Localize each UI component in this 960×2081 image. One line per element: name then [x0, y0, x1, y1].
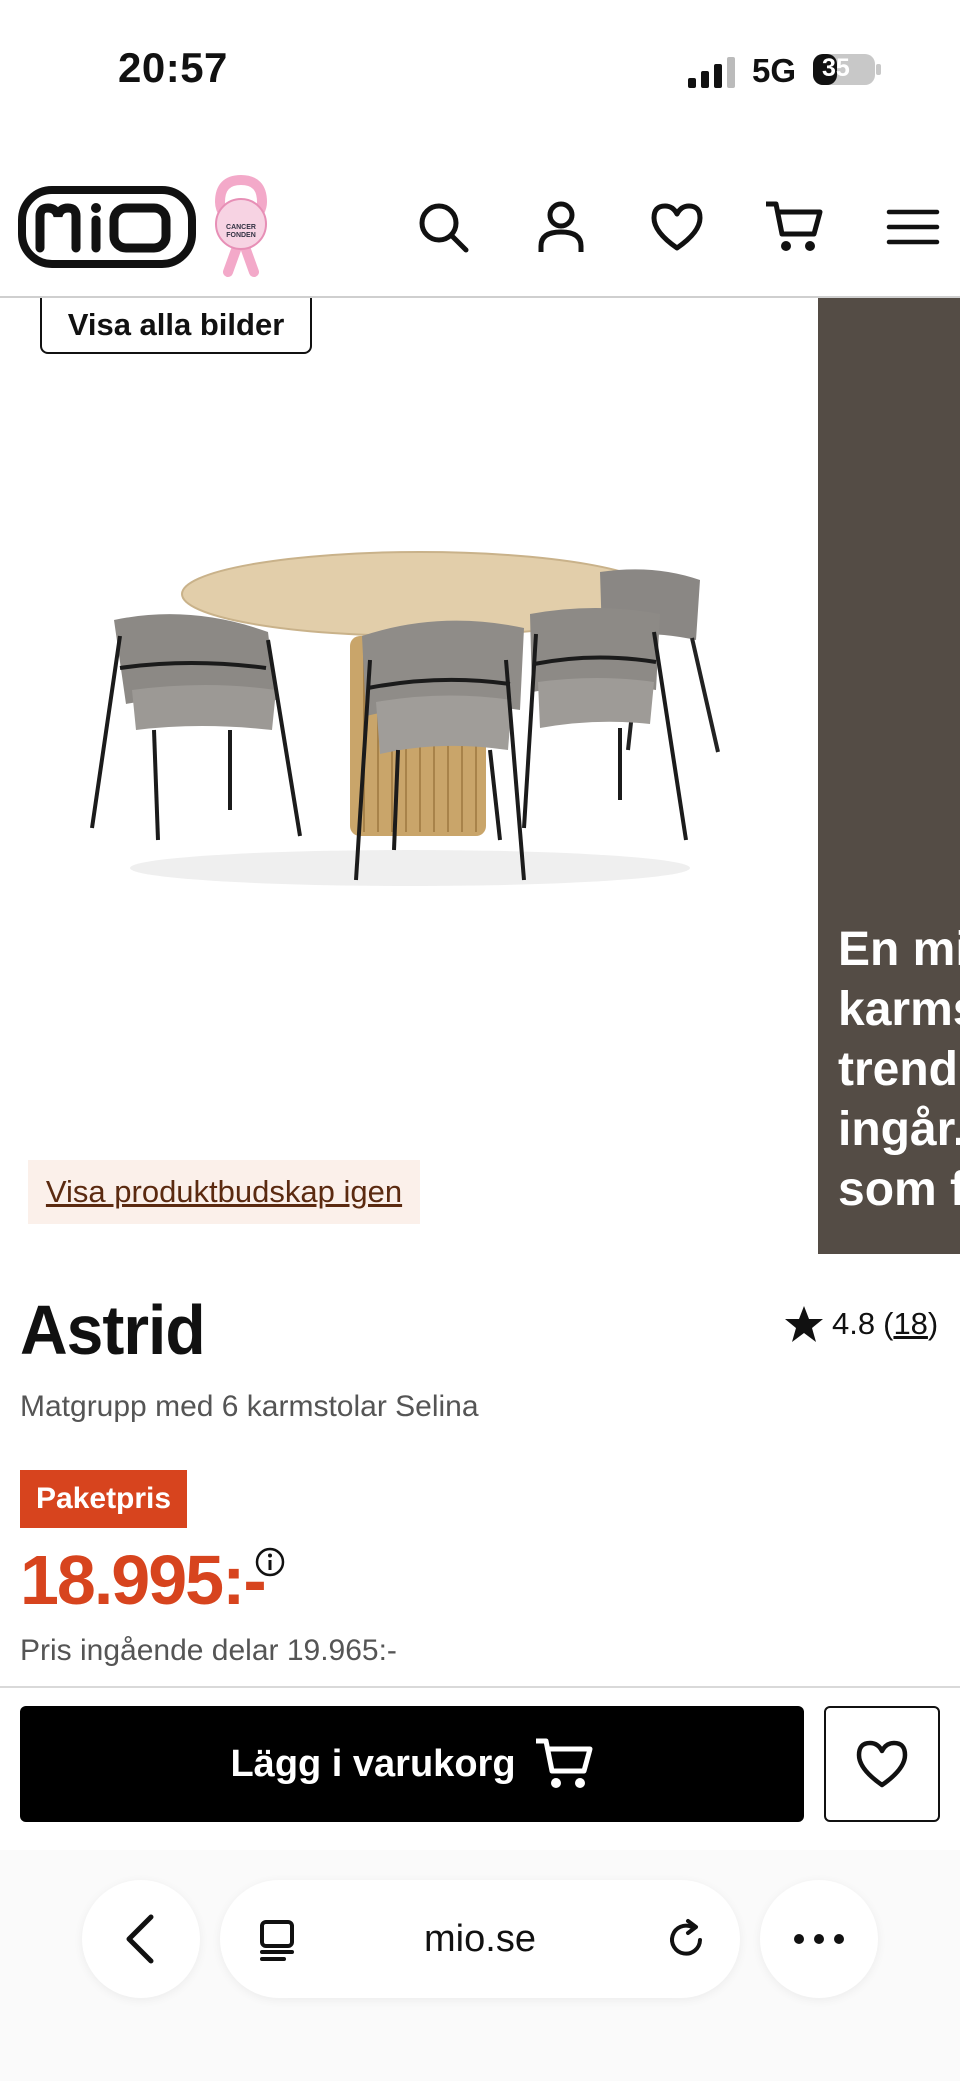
- product-price: 18.995:-: [20, 1541, 267, 1619]
- cart-icon: [535, 1738, 593, 1788]
- url-text[interactable]: mio.se: [424, 1918, 536, 1961]
- status-time: 20:57: [118, 44, 228, 91]
- rating-count-link[interactable]: 18: [893, 1306, 927, 1341]
- menu-icon[interactable]: [886, 200, 940, 254]
- search-icon[interactable]: [416, 200, 470, 254]
- cancerfonden-ribbon-icon[interactable]: CANCER FONDEN: [208, 172, 274, 282]
- cellular-signal-icon: [688, 57, 735, 88]
- divider: [0, 1686, 960, 1688]
- product-subtitle: Matgrupp med 6 karmstolar Selina: [20, 1390, 479, 1423]
- add-to-wishlist-button[interactable]: [824, 1706, 940, 1822]
- browser-back-button[interactable]: [82, 1880, 200, 1998]
- battery-level: 35: [822, 54, 850, 82]
- add-to-cart-button[interactable]: Lägg i varukorg: [20, 1706, 804, 1822]
- product-rating[interactable]: 4.8 (18): [784, 1304, 938, 1344]
- star-icon: [785, 1306, 823, 1342]
- product-image[interactable]: [80, 540, 740, 900]
- show-all-images-button[interactable]: Visa alla bilder: [40, 298, 312, 354]
- reload-icon[interactable]: [664, 1918, 708, 1962]
- network-type: 5G: [752, 52, 797, 89]
- heart-icon[interactable]: [650, 200, 704, 254]
- account-icon[interactable]: [534, 200, 588, 254]
- ribbon-text: CANCER FONDEN: [226, 224, 256, 239]
- browser-more-button[interactable]: [760, 1880, 878, 1998]
- info-icon[interactable]: [254, 1546, 286, 1578]
- package-price-badge: Paketpris: [20, 1470, 188, 1528]
- product-message-panel[interactable]: En mix karms trendi ingår. som f: [818, 298, 960, 1254]
- more-icon: [794, 1934, 844, 1944]
- rating-value: 4.8: [832, 1306, 876, 1341]
- mio-logo[interactable]: mio: [18, 186, 196, 268]
- chevron-left-icon: [126, 1914, 154, 1964]
- product-title: Astrid: [20, 1291, 206, 1369]
- heart-icon: [856, 1740, 908, 1788]
- tabs-icon[interactable]: [256, 1918, 300, 1962]
- parts-price-text: Pris ingående delar 19.965:-: [20, 1634, 397, 1667]
- address-bar[interactable]: mio.se: [220, 1880, 740, 1998]
- add-to-cart-label: Lägg i varukorg: [230, 1742, 516, 1785]
- cart-icon[interactable]: [764, 200, 824, 254]
- product-message-text: En mix karms trendi ingår. som f: [838, 923, 960, 1216]
- battery-icon: 35: [812, 53, 882, 86]
- rating-count-wrapper: (18): [883, 1306, 939, 1341]
- show-product-message-button[interactable]: Visa produktbudskap igen: [28, 1160, 420, 1224]
